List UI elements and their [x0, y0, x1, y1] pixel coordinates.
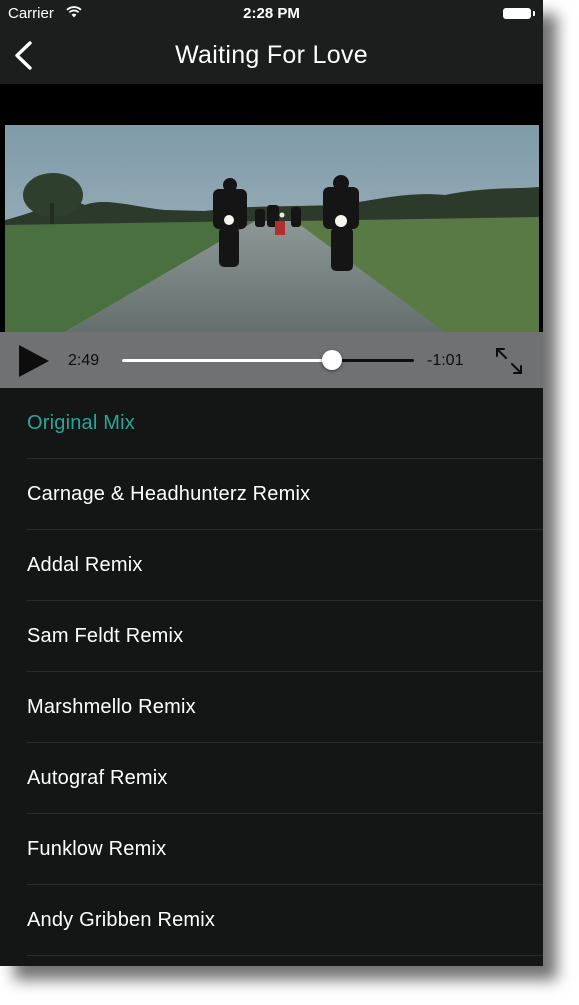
phone-screen: Carrier 2:28 PM Waiting For Love 2:49 -1… [0, 0, 543, 966]
mix-list-item[interactable]: Marshmello Remix [27, 672, 543, 743]
mix-item-label: Andy Gribben Remix [27, 909, 216, 931]
mix-item-label: Autograf Remix [27, 767, 168, 789]
fullscreen-button[interactable] [493, 345, 525, 377]
mix-list-item[interactable]: Carnage & Headhunterz Remix [27, 459, 543, 530]
mix-list-item[interactable]: Addal Remix [27, 530, 543, 601]
navigation-bar: Waiting For Love [0, 28, 543, 84]
status-time: 2:28 PM [243, 5, 300, 22]
status-bar: Carrier 2:28 PM [0, 0, 543, 28]
expand-icon [496, 348, 522, 374]
mix-list: Original Mix Carnage & Headhunterz Remix A… [0, 388, 543, 956]
battery-icon [503, 8, 535, 19]
mix-item-label: Addal Remix [27, 554, 143, 576]
video-still-image [5, 125, 539, 332]
mix-list-item[interactable]: Andy Gribben Remix [27, 885, 543, 956]
play-icon [19, 345, 49, 377]
page-title: Waiting For Love [175, 41, 368, 69]
mix-list-item[interactable]: Funklow Remix [27, 814, 543, 885]
mix-list-item[interactable]: Sam Feldt Remix [27, 601, 543, 672]
mix-list-item[interactable]: Autograf Remix [27, 743, 543, 814]
scrubber-progress [122, 359, 333, 362]
mix-item-label: Marshmello Remix [27, 696, 196, 718]
mix-item-label: Carnage & Headhunterz Remix [27, 483, 311, 505]
playback-controls: 2:49 -1:01 [0, 332, 543, 388]
time-remaining: -1:01 [427, 352, 464, 369]
mix-item-label: Original Mix [27, 412, 135, 434]
mix-item-label: Funklow Remix [27, 838, 167, 860]
play-button[interactable] [17, 344, 51, 378]
video-player[interactable]: 2:49 -1:01 [0, 84, 543, 388]
mix-list-item[interactable]: Original Mix [27, 388, 543, 459]
mix-item-label: Sam Feldt Remix [27, 625, 184, 647]
scrubber-track[interactable] [122, 350, 414, 370]
time-elapsed: 2:49 [68, 352, 100, 369]
scrubber-handle[interactable] [322, 350, 343, 370]
video-frame[interactable] [5, 125, 539, 332]
